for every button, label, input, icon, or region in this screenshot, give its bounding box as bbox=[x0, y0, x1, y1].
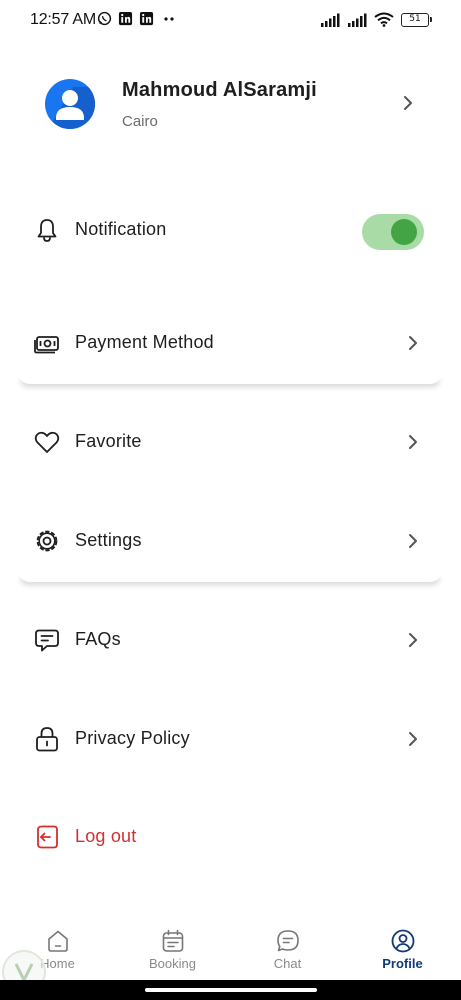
toggle-knob bbox=[391, 219, 417, 245]
chat-bubble-icon bbox=[35, 629, 59, 652]
chevron-right-icon bbox=[409, 534, 417, 548]
nav-label-chat: Chat bbox=[273, 956, 302, 971]
notification-icons bbox=[97, 11, 178, 26]
menu-item-faqs[interactable]: FAQs bbox=[0, 612, 461, 668]
battery-icon: 51 bbox=[401, 12, 432, 27]
status-bar: 12:57 AM 51 bbox=[0, 0, 461, 40]
profile-name: Mahmoud AlSaramji bbox=[122, 79, 317, 101]
avatar bbox=[45, 79, 95, 129]
menu-label-notification: Notification bbox=[75, 219, 167, 239]
signal-icon bbox=[348, 13, 367, 27]
chevron-right-icon bbox=[409, 732, 417, 746]
home-indicator[interactable] bbox=[145, 988, 317, 992]
profile-city: Cairo bbox=[122, 113, 158, 130]
whatsapp-icon bbox=[97, 11, 112, 26]
menu-label-payment-method: Payment Method bbox=[75, 332, 214, 352]
nav-label-booking: Booking bbox=[149, 956, 196, 971]
menu-item-privacy-policy[interactable]: Privacy Policy bbox=[0, 711, 461, 767]
lock-icon bbox=[36, 727, 58, 752]
menu-item-favorite[interactable]: Favorite bbox=[0, 414, 461, 470]
menu-label-privacy-policy: Privacy Policy bbox=[75, 728, 190, 748]
menu-item-payment-method[interactable]: Payment Method bbox=[0, 315, 461, 371]
nav-chat[interactable]: Chat bbox=[230, 918, 345, 980]
calendar-icon bbox=[162, 929, 183, 952]
nav-booking[interactable]: Booking bbox=[115, 918, 230, 980]
menu-item-notification: Notification bbox=[0, 202, 461, 258]
signal-icon bbox=[321, 13, 340, 27]
profile-icon bbox=[391, 929, 414, 953]
linkedin-icon bbox=[139, 11, 154, 26]
heart-icon bbox=[34, 431, 60, 453]
chevron-right-icon bbox=[409, 435, 417, 449]
user-avatar-icon bbox=[56, 90, 84, 120]
nav-profile[interactable]: Profile bbox=[345, 918, 460, 980]
chevron-right-icon[interactable] bbox=[400, 94, 416, 112]
bottom-navigation: Home Booking Chat Profile bbox=[0, 918, 461, 980]
gesture-bar bbox=[0, 980, 461, 1000]
notification-toggle[interactable] bbox=[362, 214, 424, 250]
menu-label-faqs: FAQs bbox=[75, 629, 121, 649]
chevron-right-icon bbox=[409, 336, 417, 350]
logout-icon bbox=[37, 825, 58, 849]
gear-icon bbox=[36, 530, 58, 552]
home-icon bbox=[47, 930, 68, 952]
bell-icon bbox=[37, 219, 57, 242]
nav-label-profile: Profile bbox=[382, 956, 423, 971]
section-divider bbox=[18, 570, 442, 582]
logout-button[interactable]: Log out bbox=[0, 809, 461, 865]
more-dots-icon bbox=[164, 17, 174, 21]
menu-label-logout: Log out bbox=[75, 826, 137, 846]
menu-item-settings[interactable]: Settings bbox=[0, 513, 461, 569]
wifi-icon bbox=[374, 12, 394, 27]
system-icons: 51 bbox=[320, 12, 432, 27]
section-divider bbox=[18, 372, 442, 384]
menu-label-settings: Settings bbox=[75, 530, 142, 550]
chevron-right-icon bbox=[409, 633, 417, 647]
status-time: 12:57 AM bbox=[30, 11, 97, 28]
chat-icon bbox=[276, 930, 299, 952]
linkedin-icon bbox=[118, 11, 133, 26]
profile-header[interactable]: Mahmoud AlSaramji Cairo bbox=[0, 62, 461, 146]
cash-icon bbox=[34, 336, 59, 354]
menu-label-favorite: Favorite bbox=[75, 431, 142, 451]
